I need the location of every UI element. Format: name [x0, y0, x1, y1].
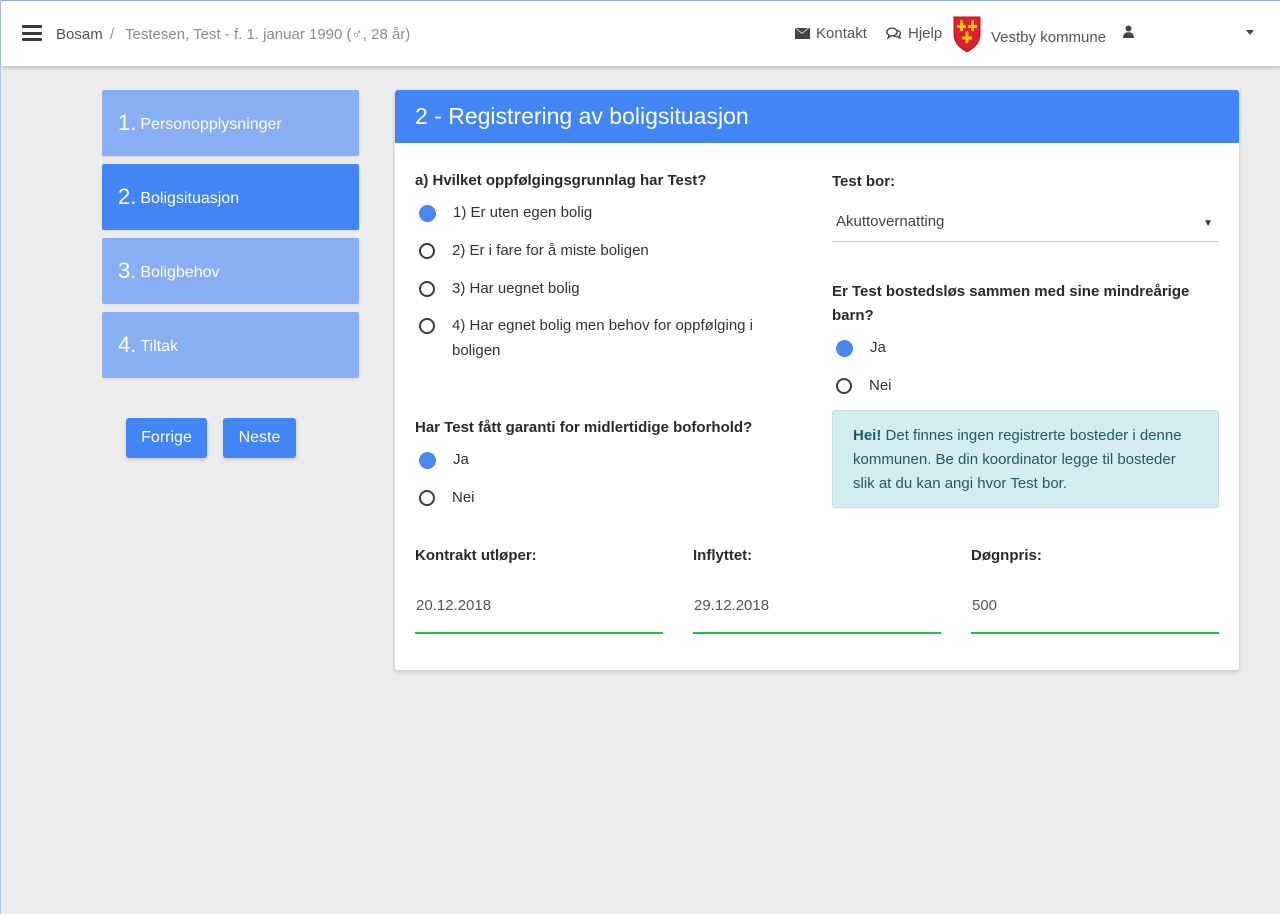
step-label: Boligsituasjon: [140, 190, 240, 207]
field-value: 500: [972, 597, 998, 614]
next-button[interactable]: Neste: [223, 418, 296, 458]
test-bor-select[interactable]: Akuttovernatting ▼: [832, 205, 1219, 242]
envelope-icon: [795, 28, 810, 39]
question-garanti-label: Har Test fått garanti for midlertidige b…: [415, 419, 753, 436]
radio-button-checked[interactable]: [419, 452, 436, 469]
dognpris-label: Døgnpris:: [971, 547, 1042, 564]
registration-card: 2 - Registrering av boligsituasjon a) Hv…: [395, 90, 1239, 670]
question-oppfolgingsgrunnlag-label: a) Hvilket oppfølgingsgrunnlag har Test?: [415, 172, 707, 189]
hjelp-label: Hjelp: [908, 25, 943, 42]
radio-option-label: Ja: [870, 339, 886, 356]
field-value: 20.12.2018: [416, 597, 492, 614]
field-value: 29.12.2018: [694, 597, 770, 614]
radio-button-checked[interactable]: [836, 340, 853, 357]
breadcrumb-home[interactable]: Bosam: [56, 26, 103, 43]
radio-button[interactable]: [419, 243, 435, 259]
chat-bubbles-icon: [886, 27, 902, 40]
radio-option-garanti-ja[interactable]: Ja: [419, 451, 469, 472]
step-label: Personopplysninger: [140, 116, 282, 133]
user-menu[interactable]: [1123, 25, 1134, 38]
dognpris-input[interactable]: 500: [971, 590, 1219, 634]
radio-option-label: 4) Har egnet bolig men behov for oppfølg…: [452, 317, 754, 359]
step-tiltak[interactable]: 4. Tiltak: [102, 312, 359, 378]
step-boligsituasjon[interactable]: 2. Boligsituasjon: [102, 164, 359, 230]
alert-text: Det finnes ingen registrerte bosteder i …: [853, 427, 1182, 492]
step-number: 4.: [118, 332, 137, 357]
radio-option-egnet-bolig-oppfolging[interactable]: 4) Har egnet bolig men behov for oppfølg…: [419, 317, 789, 363]
step-boligbehov[interactable]: 3. Boligbehov: [102, 238, 359, 304]
select-value: Akuttovernatting: [836, 213, 945, 230]
breadcrumb-separator: /: [110, 26, 115, 43]
radio-option-label: Nei: [452, 489, 475, 506]
breadcrumb-current: Testesen, Test - f. 1. januar 1990 (♂, 2…: [125, 26, 411, 43]
alert-strong: Hei!: [853, 427, 882, 444]
radio-option-label: 3) Har uegnet bolig: [452, 280, 580, 297]
top-navbar: Bosam / Testesen, Test - f. 1. januar 19…: [1, 0, 1280, 66]
user-icon: [1123, 25, 1134, 38]
radio-button[interactable]: [419, 281, 435, 297]
step-number: 3.: [118, 258, 137, 283]
radio-option-garanti-nei[interactable]: Nei: [419, 489, 475, 510]
kontrakt-utloper-input[interactable]: 20.12.2018: [415, 590, 663, 634]
radio-button[interactable]: [419, 490, 435, 506]
radio-option-label: 2) Er i fare for å miste boligen: [452, 242, 649, 259]
kontrakt-utloper-label: Kontrakt utløper:: [415, 547, 537, 564]
info-alert: Hei! Det finnes ingen registrerte bosted…: [832, 410, 1219, 508]
radio-option-label: Nei: [869, 377, 892, 394]
step-number: 2.: [118, 184, 137, 209]
step-personopplysninger[interactable]: 1. Personopplysninger: [102, 90, 359, 156]
step-number: 1.: [118, 110, 137, 135]
radio-option-uegnet-bolig[interactable]: 3) Har uegnet bolig: [419, 280, 580, 301]
radio-button-checked[interactable]: [419, 205, 436, 222]
kontakt-label: Kontakt: [816, 25, 867, 42]
radio-option-label: Ja: [453, 451, 469, 468]
step-label: Boligbehov: [140, 264, 220, 281]
kommune-name: Vestby kommune: [991, 29, 1107, 46]
radio-option-barn-ja[interactable]: Ja: [836, 339, 886, 360]
inflyttet-input[interactable]: 29.12.2018: [693, 590, 941, 634]
vestby-coat-of-arms-icon: [953, 16, 981, 57]
radio-button[interactable]: [419, 318, 435, 334]
hjelp-link[interactable]: Hjelp: [886, 25, 942, 42]
radio-button[interactable]: [836, 378, 852, 394]
caret-down-icon: [1246, 30, 1254, 35]
hamburger-menu-icon[interactable]: [22, 25, 42, 41]
select-caret-icon: ▼: [1203, 218, 1213, 229]
card-title: 2 - Registrering av boligsituasjon: [395, 90, 1239, 143]
previous-button[interactable]: Forrige: [126, 418, 207, 458]
radio-option-uten-egen-bolig[interactable]: 1) Er uten egen bolig: [419, 204, 592, 225]
user-dropdown-toggle[interactable]: [1246, 30, 1254, 35]
radio-option-label: 1) Er uten egen bolig: [453, 204, 593, 221]
inflyttet-label: Inflyttet:: [693, 547, 753, 564]
kontakt-link[interactable]: Kontakt: [795, 25, 867, 42]
kommune-display: Vestby kommune: [953, 16, 1106, 57]
radio-option-barn-nei[interactable]: Nei: [836, 377, 892, 398]
step-label: Tiltak: [140, 338, 178, 355]
radio-option-fare-miste-bolig[interactable]: 2) Er i fare for å miste boligen: [419, 242, 649, 263]
test-bor-label: Test bor:: [832, 173, 896, 190]
question-barn-label: Er Test bostedsløs sammen med sine mindr…: [832, 283, 1190, 324]
